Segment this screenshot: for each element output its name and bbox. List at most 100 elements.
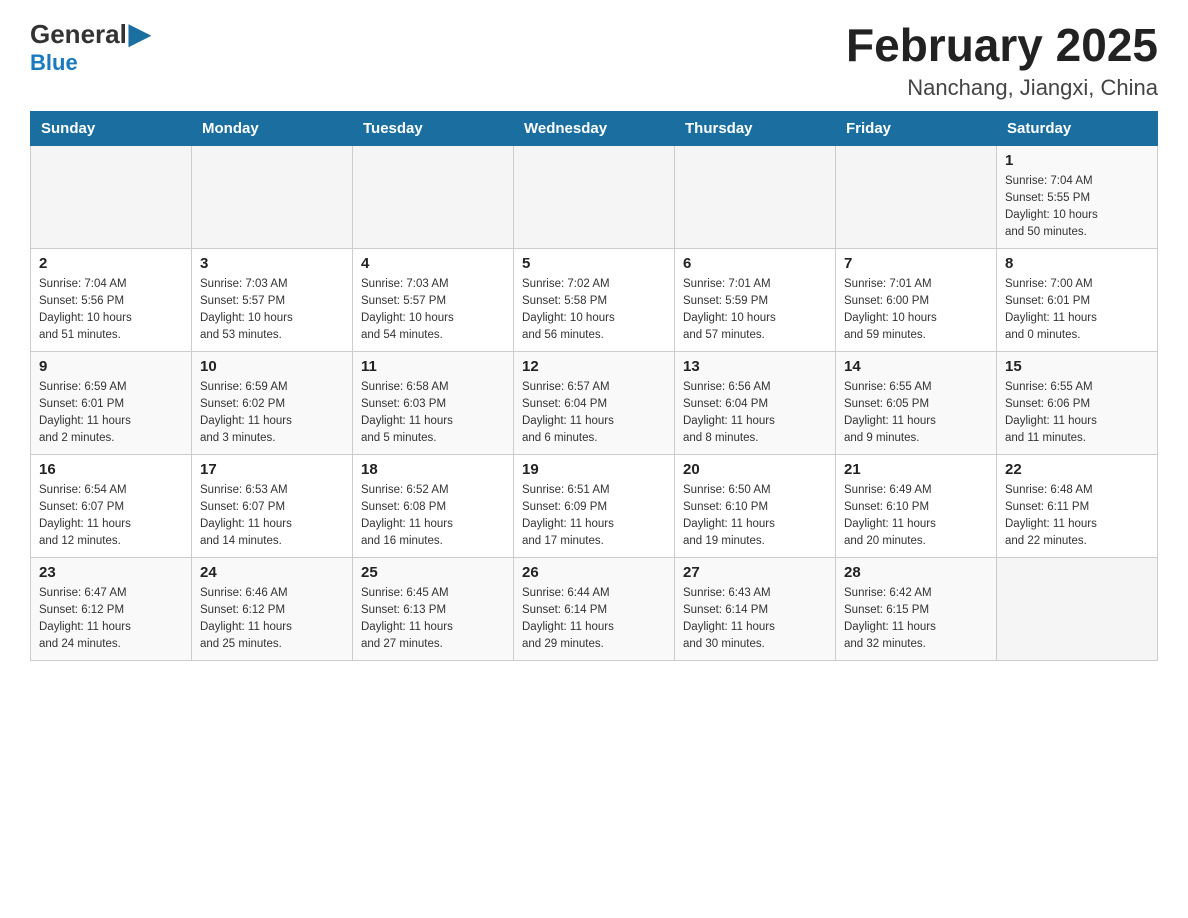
calendar-cell: 4 Sunrise: 7:03 AM Sunset: 5:57 PM Daylig… — [353, 248, 514, 351]
calendar-cell: 22 Sunrise: 6:48 AM Sunset: 6:11 PM Dayli… — [997, 454, 1158, 557]
calendar-cell — [997, 557, 1158, 660]
page-header: General▶ Blue February 2025 Nanchang, Ji… — [30, 20, 1158, 101]
calendar-cell: 9 Sunrise: 6:59 AM Sunset: 6:01 PM Daylig… — [31, 351, 192, 454]
calendar-cell: 3Sunrise: 7:03 AM Sunset: 5:57 PM Daylig… — [192, 248, 353, 351]
calendar-cell: 12 Sunrise: 6:57 AM Sunset: 6:04 PM Dayli… — [514, 351, 675, 454]
day-number: 8 — [1005, 255, 1149, 272]
day-number: 2 — [39, 255, 183, 272]
day-info: Sunrise: 6:46 AM Sunset: 6:12 PM Dayligh… — [200, 585, 344, 654]
day-number: 7 — [844, 255, 988, 272]
calendar-week-1: 1Sunrise: 7:04 AM Sunset: 5:55 PM Daylig… — [31, 145, 1158, 248]
day-number: 14 — [844, 358, 988, 375]
day-number: 28 — [844, 564, 988, 581]
day-number: 10 — [200, 358, 344, 375]
calendar-cell — [192, 145, 353, 248]
day-info: Sunrise: 6:53 AM Sunset: 6:07 PM Dayligh… — [200, 482, 344, 551]
day-number: 13 — [683, 358, 827, 375]
calendar-week-2: 2 Sunrise: 7:04 AM Sunset: 5:56 PM Daylig… — [31, 248, 1158, 351]
logo-blue-text: Blue — [30, 50, 78, 76]
calendar-cell: 7 Sunrise: 7:01 AM Sunset: 6:00 PM Daylig… — [836, 248, 997, 351]
calendar-cell: 23 Sunrise: 6:47 AM Sunset: 6:12 PM Dayli… — [31, 557, 192, 660]
day-info: Sunrise: 6:44 AM Sunset: 6:14 PM Dayligh… — [522, 585, 666, 654]
calendar-week-3: 9 Sunrise: 6:59 AM Sunset: 6:01 PM Daylig… — [31, 351, 1158, 454]
day-number: 27 — [683, 564, 827, 581]
calendar-cell: 17Sunrise: 6:53 AM Sunset: 6:07 PM Dayli… — [192, 454, 353, 557]
weekday-header-row: SundayMondayTuesdayWednesdayThursdayFrid… — [31, 111, 1158, 145]
day-info: Sunrise: 7:04 AM Sunset: 5:56 PM Dayligh… — [39, 276, 183, 345]
day-info: Sunrise: 6:59 AM Sunset: 6:02 PM Dayligh… — [200, 379, 344, 448]
calendar-cell: 6 Sunrise: 7:01 AM Sunset: 5:59 PM Daylig… — [675, 248, 836, 351]
day-info: Sunrise: 6:52 AM Sunset: 6:08 PM Dayligh… — [361, 482, 505, 551]
calendar-subtitle: Nanchang, Jiangxi, China — [846, 75, 1158, 101]
logo-general-text: General▶ — [30, 20, 150, 48]
title-area: February 2025 Nanchang, Jiangxi, China — [846, 20, 1158, 101]
day-number: 16 — [39, 461, 183, 478]
day-number: 1 — [1005, 152, 1149, 169]
day-number: 9 — [39, 358, 183, 375]
calendar-body: 1Sunrise: 7:04 AM Sunset: 5:55 PM Daylig… — [31, 145, 1158, 660]
logo: General▶ Blue — [30, 20, 150, 76]
day-info: Sunrise: 6:50 AM Sunset: 6:10 PM Dayligh… — [683, 482, 827, 551]
day-info: Sunrise: 6:59 AM Sunset: 6:01 PM Dayligh… — [39, 379, 183, 448]
day-number: 24 — [200, 564, 344, 581]
day-info: Sunrise: 6:57 AM Sunset: 6:04 PM Dayligh… — [522, 379, 666, 448]
day-number: 26 — [522, 564, 666, 581]
day-number: 11 — [361, 358, 505, 375]
calendar-cell: 2 Sunrise: 7:04 AM Sunset: 5:56 PM Daylig… — [31, 248, 192, 351]
day-info: Sunrise: 6:48 AM Sunset: 6:11 PM Dayligh… — [1005, 482, 1149, 551]
calendar-cell: 24 Sunrise: 6:46 AM Sunset: 6:12 PM Dayli… — [192, 557, 353, 660]
day-info: Sunrise: 6:47 AM Sunset: 6:12 PM Dayligh… — [39, 585, 183, 654]
weekday-header-thursday: Thursday — [675, 111, 836, 145]
day-info: Sunrise: 7:03 AM Sunset: 5:57 PM Dayligh… — [361, 276, 505, 345]
calendar-title: February 2025 — [846, 20, 1158, 71]
day-info: Sunrise: 7:01 AM Sunset: 6:00 PM Dayligh… — [844, 276, 988, 345]
logo-arrow-icon: ▶ — [129, 18, 151, 49]
calendar-cell: 25 Sunrise: 6:45 AM Sunset: 6:13 PM Dayli… — [353, 557, 514, 660]
day-number: 5 — [522, 255, 666, 272]
calendar-cell: 8 Sunrise: 7:00 AM Sunset: 6:01 PM Daylig… — [997, 248, 1158, 351]
calendar-header: SundayMondayTuesdayWednesdayThursdayFrid… — [31, 111, 1158, 145]
calendar-cell — [836, 145, 997, 248]
day-number: 6 — [683, 255, 827, 272]
calendar-cell: 28 Sunrise: 6:42 AM Sunset: 6:15 PM Dayli… — [836, 557, 997, 660]
calendar-table: SundayMondayTuesdayWednesdayThursdayFrid… — [30, 111, 1158, 661]
weekday-header-wednesday: Wednesday — [514, 111, 675, 145]
calendar-cell: 14 Sunrise: 6:55 AM Sunset: 6:05 PM Dayli… — [836, 351, 997, 454]
calendar-cell: 27 Sunrise: 6:43 AM Sunset: 6:14 PM Dayli… — [675, 557, 836, 660]
calendar-cell: 10 Sunrise: 6:59 AM Sunset: 6:02 PM Dayli… — [192, 351, 353, 454]
day-number: 12 — [522, 358, 666, 375]
day-number: 15 — [1005, 358, 1149, 375]
calendar-cell: 19Sunrise: 6:51 AM Sunset: 6:09 PM Dayli… — [514, 454, 675, 557]
weekday-header-monday: Monday — [192, 111, 353, 145]
calendar-week-5: 23 Sunrise: 6:47 AM Sunset: 6:12 PM Dayli… — [31, 557, 1158, 660]
calendar-cell — [514, 145, 675, 248]
day-number: 4 — [361, 255, 505, 272]
calendar-cell: 11 Sunrise: 6:58 AM Sunset: 6:03 PM Dayli… — [353, 351, 514, 454]
calendar-cell — [675, 145, 836, 248]
calendar-cell: 5 Sunrise: 7:02 AM Sunset: 5:58 PM Daylig… — [514, 248, 675, 351]
day-number: 20 — [683, 461, 827, 478]
day-info: Sunrise: 7:01 AM Sunset: 5:59 PM Dayligh… — [683, 276, 827, 345]
calendar-cell — [31, 145, 192, 248]
calendar-cell: 16 Sunrise: 6:54 AM Sunset: 6:07 PM Dayli… — [31, 454, 192, 557]
day-info: Sunrise: 7:02 AM Sunset: 5:58 PM Dayligh… — [522, 276, 666, 345]
day-info: Sunrise: 7:00 AM Sunset: 6:01 PM Dayligh… — [1005, 276, 1149, 345]
calendar-cell: 1Sunrise: 7:04 AM Sunset: 5:55 PM Daylig… — [997, 145, 1158, 248]
day-number: 22 — [1005, 461, 1149, 478]
day-info: Sunrise: 6:58 AM Sunset: 6:03 PM Dayligh… — [361, 379, 505, 448]
day-info: Sunrise: 7:03 AM Sunset: 5:57 PM Dayligh… — [200, 276, 344, 345]
day-info: Sunrise: 6:51 AM Sunset: 6:09 PM Dayligh… — [522, 482, 666, 551]
calendar-cell: 13 Sunrise: 6:56 AM Sunset: 6:04 PM Dayli… — [675, 351, 836, 454]
day-info: Sunrise: 6:42 AM Sunset: 6:15 PM Dayligh… — [844, 585, 988, 654]
day-number: 21 — [844, 461, 988, 478]
day-number: 18 — [361, 461, 505, 478]
day-number: 25 — [361, 564, 505, 581]
day-info: Sunrise: 6:56 AM Sunset: 6:04 PM Dayligh… — [683, 379, 827, 448]
weekday-header-friday: Friday — [836, 111, 997, 145]
day-number: 23 — [39, 564, 183, 581]
day-info: Sunrise: 6:43 AM Sunset: 6:14 PM Dayligh… — [683, 585, 827, 654]
day-info: Sunrise: 6:45 AM Sunset: 6:13 PM Dayligh… — [361, 585, 505, 654]
weekday-header-tuesday: Tuesday — [353, 111, 514, 145]
day-info: Sunrise: 6:54 AM Sunset: 6:07 PM Dayligh… — [39, 482, 183, 551]
day-info: Sunrise: 6:55 AM Sunset: 6:05 PM Dayligh… — [844, 379, 988, 448]
